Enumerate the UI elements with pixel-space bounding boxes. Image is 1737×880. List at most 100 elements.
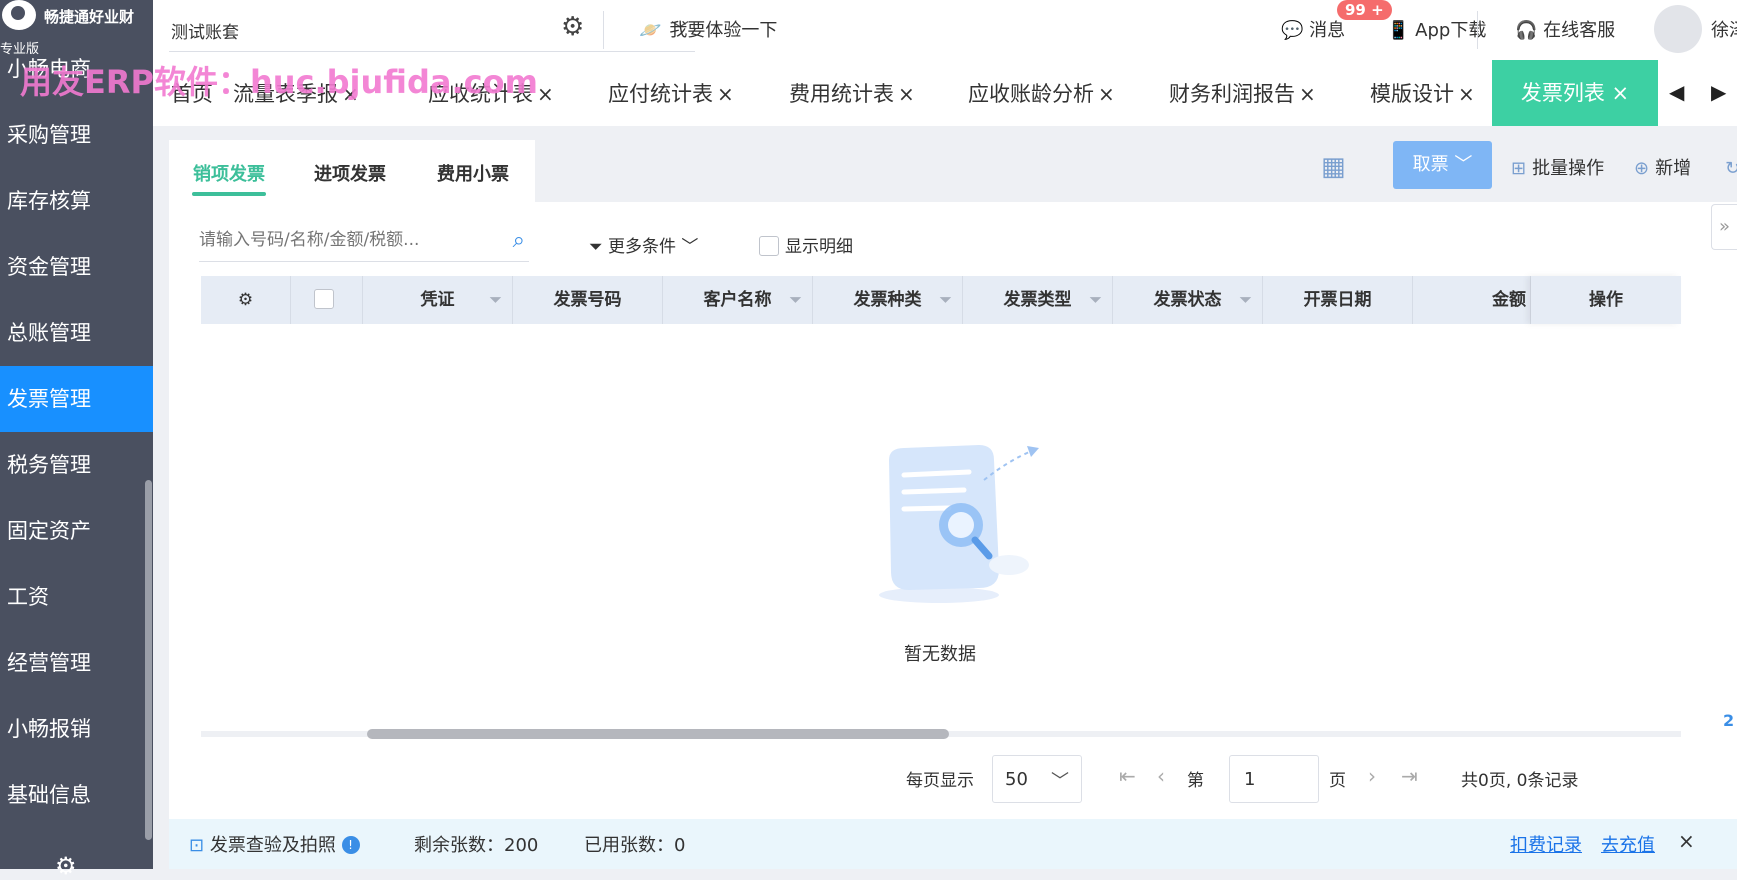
tabs-prev-icon[interactable]: ◀	[1669, 80, 1684, 104]
tab-purchase-invoice[interactable]: 进项发票	[314, 160, 386, 186]
sidebar-item-tax[interactable]: 税务管理	[0, 432, 153, 498]
sidebar-item-ledger[interactable]: 总账管理	[0, 300, 153, 366]
verify-title[interactable]: ⊡ 发票查验及拍照 !	[189, 831, 360, 857]
deduct-log-link[interactable]: 扣费记录	[1510, 831, 1582, 857]
column-invoice-date[interactable]: 开票日期	[1263, 276, 1413, 324]
refresh-button[interactable]: ↻刷新	[1725, 154, 1737, 180]
search-icon[interactable]: ⌕	[513, 228, 525, 253]
close-icon[interactable]: ×	[1612, 81, 1630, 105]
sidebar-menu: 小畅电商 采购管理 库存核算 资金管理 总账管理 发票管理 税务管理 固定资产 …	[0, 36, 153, 828]
close-icon[interactable]: ×	[1458, 82, 1475, 106]
tab-sales-invoice[interactable]: 销项发票	[193, 160, 265, 186]
per-page-select[interactable]: 50 ﹀	[992, 755, 1082, 803]
filter-icon[interactable]: ⏷	[789, 276, 802, 324]
sidebar-item-salary[interactable]: 工资	[0, 564, 153, 630]
close-icon[interactable]: ×	[717, 82, 734, 106]
column-invoice-number[interactable]: 发票号码	[513, 276, 663, 324]
last-page-icon[interactable]: ⇥	[1401, 764, 1418, 788]
close-icon[interactable]: ×	[1678, 829, 1695, 853]
filter-icon[interactable]: ⏷	[1089, 276, 1102, 324]
table-header: ⚙ 凭证 ⏷ 发票号码 客户名称 ⏷ 发票种类 ⏷ 发票类型 ⏷ 发票状态 ⏷ 开票日期 …	[201, 276, 1681, 324]
watermark-text: 用友ERP软件：huc.bjufida.com	[20, 63, 538, 101]
column-invoice-type[interactable]: 发票类型 ⏷	[963, 276, 1113, 324]
column-invoice-status[interactable]: 发票状态 ⏷	[1113, 276, 1263, 324]
message-count-badge: 99 +	[1337, 0, 1392, 20]
get-invoice-button[interactable]: 取票 ﹀	[1393, 141, 1492, 189]
more-conditions-label: 更多条件	[608, 237, 677, 257]
column-label: 发票类型	[1003, 290, 1072, 310]
select-all-checkbox[interactable]	[313, 289, 334, 309]
messages-button[interactable]: 💬 消息	[1281, 16, 1345, 42]
floating-badge[interactable]: 2	[1723, 711, 1734, 730]
tab-label: 应收账龄分析	[968, 82, 1094, 106]
sidebar-item-basic-info[interactable]: 基础信息	[0, 762, 153, 828]
collapse-panel-icon[interactable]: »	[1711, 204, 1737, 250]
horizontal-scrollbar-thumb[interactable]	[367, 729, 949, 739]
divider	[1477, 11, 1478, 49]
headset-icon: 🎧	[1515, 20, 1538, 41]
prev-page-icon[interactable]: ‹	[1157, 764, 1165, 788]
try-button[interactable]: 🪐 我要体验一下	[639, 16, 777, 42]
column-voucher[interactable]: 凭证 ⏷	[363, 276, 513, 324]
column-amount[interactable]: 金额	[1413, 276, 1531, 324]
sidebar-item-purchase[interactable]: 采购管理	[0, 102, 153, 168]
used-count: 已用张数：0	[584, 835, 686, 856]
column-label: 金额	[1492, 290, 1526, 310]
show-detail-checkbox[interactable]	[759, 236, 779, 256]
sidebar-scrollbar[interactable]	[145, 480, 152, 840]
more-conditions-button[interactable]: ⏷ 更多条件 ﹀	[589, 232, 698, 257]
column-actions: 操作	[1531, 276, 1681, 324]
sidebar-item-operations[interactable]: 经营管理	[0, 630, 153, 696]
column-label: 操作	[1589, 290, 1623, 310]
tabs-next-icon[interactable]: ▶	[1711, 80, 1726, 104]
sidebar-item-inventory[interactable]: 库存核算	[0, 168, 153, 234]
filter-icon[interactable]: ⏷	[1239, 276, 1252, 324]
settings-gear-icon[interactable]: ⚙	[55, 852, 77, 880]
tab-receivable-aging[interactable]: 应收账龄分析 ×	[968, 78, 1115, 108]
add-button[interactable]: ⊕ 新增	[1634, 154, 1691, 180]
tab-expense-receipt[interactable]: 费用小票	[437, 160, 509, 186]
tab-template-design[interactable]: 模版设计 ×	[1370, 78, 1475, 108]
filter-icon[interactable]: ⏷	[489, 276, 502, 324]
tab-profit-report[interactable]: 财务利润报告 ×	[1169, 78, 1316, 108]
close-icon[interactable]: ×	[537, 82, 554, 106]
info-icon[interactable]: !	[341, 836, 360, 854]
tab-payable-stats[interactable]: 应付统计表 ×	[608, 78, 734, 108]
column-settings[interactable]: ⚙	[201, 276, 291, 324]
avatar[interactable]	[1654, 5, 1702, 53]
column-customer-name[interactable]: 客户名称 ⏷	[663, 276, 813, 324]
account-select[interactable]: 测试账套 ﹀	[169, 8, 695, 52]
close-icon[interactable]: ×	[898, 82, 915, 106]
recharge-link[interactable]: 去充值	[1601, 831, 1655, 857]
tab-expense-stats[interactable]: 费用统计表 ×	[789, 78, 915, 108]
messages-label: 消息	[1309, 20, 1346, 41]
search-input[interactable]	[199, 222, 489, 258]
tab-invoice-list[interactable]: 发票列表 ×	[1492, 60, 1658, 126]
select-all[interactable]	[291, 276, 363, 324]
sidebar-item-invoice[interactable]: 发票管理	[0, 366, 153, 432]
tab-label: 财务利润报告	[1169, 82, 1295, 106]
per-page-value: 50	[1005, 769, 1028, 790]
close-icon[interactable]: ×	[1299, 82, 1316, 106]
show-detail-toggle[interactable]: 显示明细	[759, 232, 853, 257]
per-page-label: 每页显示	[906, 771, 974, 791]
app-download-button[interactable]: 📱 App下载	[1387, 16, 1486, 42]
close-icon[interactable]: ×	[1098, 82, 1115, 106]
gear-icon[interactable]: ⚙	[561, 12, 584, 42]
first-page-icon[interactable]: ⇤	[1119, 764, 1136, 788]
phone-icon: 📱	[1387, 20, 1410, 41]
user-name[interactable]: 徐泽	[1711, 16, 1737, 42]
invoice-verify-bar: ⊡ 发票查验及拍照 ! 剩余张数：200 已用张数：0 扣费记录 去充值 ×	[169, 819, 1737, 869]
sidebar-item-assets[interactable]: 固定资产	[0, 498, 153, 564]
sidebar-item-expense[interactable]: 小畅报销	[0, 696, 153, 762]
column-invoice-kind[interactable]: 发票种类 ⏷	[813, 276, 963, 324]
sidebar-item-funds[interactable]: 资金管理	[0, 234, 153, 300]
online-service-button[interactable]: 🎧 在线客服	[1515, 16, 1615, 42]
page-number-input[interactable]: 1	[1229, 755, 1319, 803]
plus-circle-icon: ⊕	[1634, 158, 1650, 179]
qr-code-icon[interactable]: ▦	[1321, 152, 1346, 182]
remaining-count: 剩余张数：200	[414, 835, 539, 856]
next-page-icon[interactable]: ›	[1368, 764, 1376, 788]
batch-operation-button[interactable]: ⊞ 批量操作	[1511, 154, 1604, 180]
filter-icon[interactable]: ⏷	[939, 276, 952, 324]
